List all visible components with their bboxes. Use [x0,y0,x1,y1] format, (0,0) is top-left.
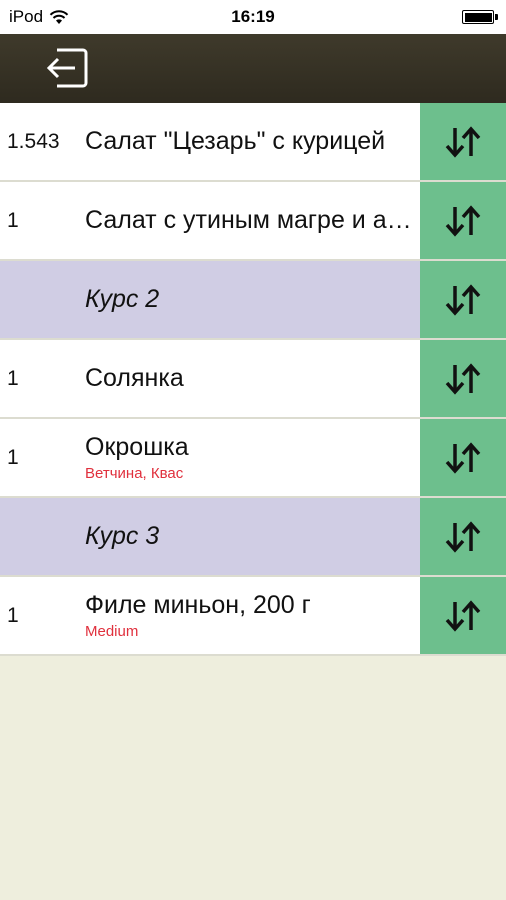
swap-arrows-icon [445,520,481,553]
swap-arrows-icon [445,204,481,237]
move-button[interactable] [420,498,506,575]
order-row[interactable]: 1.543 Салат "Цезарь" с курицей [0,103,506,182]
item-quantity: 1 [7,445,19,469]
item-info: Солянка [85,340,415,417]
item-info: Курс 2 [85,261,415,338]
course-row[interactable]: Курс 2 [0,261,506,340]
move-button[interactable] [420,419,506,496]
course-row[interactable]: Курс 3 [0,498,506,577]
move-button[interactable] [420,577,506,654]
nav-bar [0,34,506,103]
move-button[interactable] [420,103,506,180]
item-modifiers: Medium [85,623,139,640]
item-quantity: 1 [7,208,19,232]
status-bar: iPod 16:19 [0,0,506,34]
item-name: Филе миньон, 200 г [85,591,311,619]
item-name: Салат "Цезарь" с курицей [85,127,386,155]
swap-arrows-icon [445,283,481,316]
swap-arrows-icon [445,125,481,158]
order-row[interactable]: 1 Филе миньон, 200 г Medium [0,577,506,656]
item-quantity: 1 [7,366,19,390]
swap-arrows-icon [445,441,481,474]
order-row[interactable]: 1 Окрошка Ветчина, Квас [0,419,506,498]
back-button[interactable] [44,45,90,91]
item-quantity: 1.543 [7,129,60,153]
swap-arrows-icon [445,362,481,395]
item-info: Салат "Цезарь" с курицей [85,103,415,180]
item-name: Курс 3 [85,522,160,550]
item-info: Салат с утиным магре и апельсином [85,182,415,259]
item-modifiers: Ветчина, Квас [85,465,184,482]
item-info: Филе миньон, 200 г Medium [85,577,415,654]
status-time: 16:19 [231,7,275,26]
battery-icon [462,10,498,24]
order-row[interactable]: 1 Солянка [0,340,506,419]
item-info: Курс 3 [85,498,415,575]
order-list: 1.543 Салат "Цезарь" с курицей 1 Салат с… [0,103,506,656]
move-button[interactable] [420,340,506,417]
order-row[interactable]: 1 Салат с утиным магре и апельсином [0,182,506,261]
back-arrow-icon [46,48,88,88]
item-name: Салат с утиным магре и апельсином [85,206,415,234]
item-name: Окрошка [85,433,189,461]
item-quantity: 1 [7,603,19,627]
swap-arrows-icon [445,599,481,632]
move-button[interactable] [420,182,506,259]
move-button[interactable] [420,261,506,338]
item-name: Курс 2 [85,285,160,313]
item-name: Солянка [85,364,184,392]
item-info: Окрошка Ветчина, Квас [85,419,415,496]
